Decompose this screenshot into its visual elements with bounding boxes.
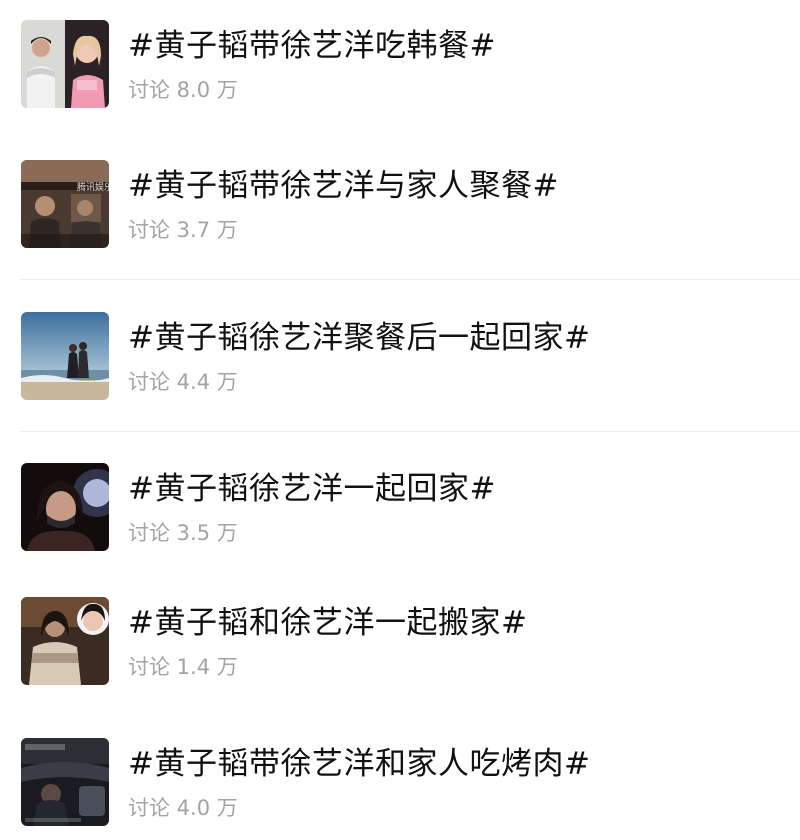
beach-couple-photo-icon	[21, 312, 109, 400]
masked-woman-photo-icon	[21, 463, 109, 551]
topic-item[interactable]: #黄子韬徐艺洋一起回家# 讨论 3.5 万	[0, 463, 800, 563]
moving-photo-icon	[21, 597, 109, 685]
topic-thumbnail	[21, 463, 109, 551]
topic-title[interactable]: #黄子韬带徐艺洋吃韩餐#	[128, 26, 496, 66]
topic-thumbnail	[21, 738, 109, 826]
discussion-count: 讨论 4.0 万	[128, 796, 238, 820]
topic-item[interactable]: #黄子韬和徐艺洋一起搬家# 讨论 1.4 万	[0, 597, 800, 697]
car-night-photo-icon	[21, 738, 109, 826]
list-divider	[21, 431, 800, 432]
watermark-text: 腾讯娱乐	[77, 181, 109, 193]
topic-thumbnail	[21, 597, 109, 685]
topic-item[interactable]: #黄子韬带徐艺洋吃韩餐# 讨论 8.0 万	[0, 20, 800, 120]
list-divider	[21, 279, 800, 280]
discussion-count: 讨论 8.0 万	[128, 78, 238, 102]
topic-item[interactable]: #黄子韬带徐艺洋和家人吃烤肉# 讨论 4.0 万	[0, 738, 800, 838]
topic-item[interactable]: 腾讯娱乐 #黄子韬带徐艺洋与家人聚餐# 讨论 3.7 万	[0, 160, 800, 260]
topic-thumbnail	[21, 312, 109, 400]
discussion-count: 讨论 3.5 万	[128, 521, 238, 545]
topic-thumbnail: 腾讯娱乐	[21, 160, 109, 248]
topic-title[interactable]: #黄子韬徐艺洋一起回家#	[128, 469, 496, 509]
hashtag-topic-list: #黄子韬带徐艺洋吃韩餐# 讨论 8.0 万 腾讯娱乐 #黄子韬带徐艺洋与家人聚餐…	[0, 0, 800, 840]
restaurant-photo-icon: 腾讯娱乐	[21, 160, 109, 248]
topic-item[interactable]: #黄子韬徐艺洋聚餐后一起回家# 讨论 4.4 万	[0, 312, 800, 412]
discussion-count: 讨论 1.4 万	[128, 655, 238, 679]
discussion-count: 讨论 4.4 万	[128, 370, 238, 394]
discussion-count: 讨论 3.7 万	[128, 218, 238, 242]
topic-title[interactable]: #黄子韬带徐艺洋与家人聚餐#	[128, 166, 559, 206]
topic-thumbnail	[21, 20, 109, 108]
topic-title[interactable]: #黄子韬带徐艺洋和家人吃烤肉#	[128, 744, 590, 784]
topic-title[interactable]: #黄子韬和徐艺洋一起搬家#	[128, 603, 527, 643]
couple-photo-icon	[21, 20, 109, 108]
topic-title[interactable]: #黄子韬徐艺洋聚餐后一起回家#	[128, 318, 590, 358]
